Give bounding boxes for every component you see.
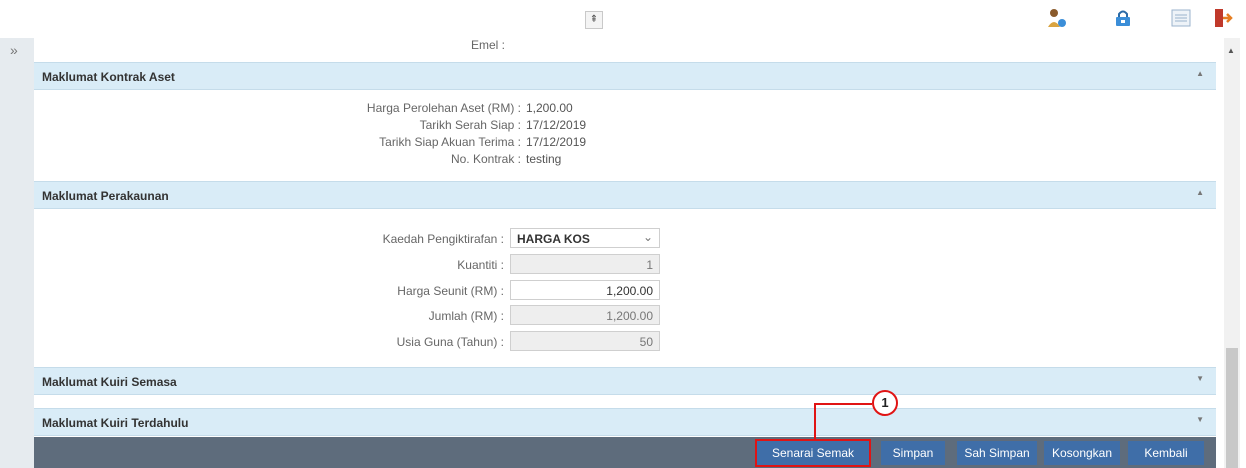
tarikh-siap-akuan-value: 17/12/2019 xyxy=(526,135,587,149)
kaedah-pengiktirafan-label: Kaedah Pengiktirafan : xyxy=(382,232,504,246)
expand-down-icon[interactable]: ▼ xyxy=(1196,374,1204,383)
section-header-kontrak-aset[interactable]: Maklumat Kontrak Aset ▲ xyxy=(34,62,1216,90)
simpan-button[interactable]: Simpan xyxy=(881,441,945,465)
section-title: Maklumat Perakaunan xyxy=(42,189,169,203)
kuantiti-label: Kuantiti : xyxy=(457,258,504,272)
tarikh-siap-akuan-label: Tarikh Siap Akuan Terima : xyxy=(379,135,521,149)
harga-seunit-label: Harga Seunit (RM) : xyxy=(397,284,504,298)
harga-seunit-input[interactable]: 1,200.00 xyxy=(510,280,660,300)
section-header-kuiri-semasa[interactable]: Maklumat Kuiri Semasa ▼ xyxy=(34,367,1216,395)
callout-line-vertical xyxy=(814,403,816,439)
usia-guna-label: Usia Guna (Tahun) : xyxy=(396,335,504,349)
jumlah-field: 1,200.00 xyxy=(510,305,660,325)
kosongkan-button[interactable]: Kosongkan xyxy=(1044,441,1120,465)
kuantiti-field: 1 xyxy=(510,254,660,274)
main-content xyxy=(34,38,1216,468)
jumlah-label: Jumlah (RM) : xyxy=(428,309,504,323)
top-toolbar: ⇞ xyxy=(0,0,1246,38)
harga-perolehan-value: 1,200.00 xyxy=(526,101,573,115)
list-icon[interactable] xyxy=(1170,7,1192,29)
kaedah-selected-value: HARGA KOS xyxy=(517,232,590,246)
collapse-header-button[interactable]: ⇞ xyxy=(585,11,603,29)
chevron-down-icon: ⌄ xyxy=(642,230,653,244)
section-header-perakaunan[interactable]: Maklumat Perakaunan ▲ xyxy=(34,181,1216,209)
sah-simpan-button[interactable]: Sah Simpan xyxy=(957,441,1037,465)
callout-marker: 1 xyxy=(872,390,898,416)
user-help-icon[interactable] xyxy=(1045,7,1067,29)
tarikh-serah-siap-value: 17/12/2019 xyxy=(526,118,587,132)
callout-line-horizontal xyxy=(814,403,872,405)
expand-down-icon[interactable]: ▼ xyxy=(1196,415,1204,424)
section-title: Maklumat Kuiri Semasa xyxy=(42,375,177,389)
scrollbar-thumb[interactable] xyxy=(1226,348,1238,468)
collapse-up-icon[interactable]: ▲ xyxy=(1196,69,1204,78)
lock-icon[interactable] xyxy=(1112,7,1134,29)
kaedah-pengiktirafan-select[interactable]: HARGA KOS ⌄ xyxy=(510,228,660,248)
logout-icon[interactable] xyxy=(1212,7,1234,29)
no-kontrak-label: No. Kontrak : xyxy=(450,152,521,166)
action-footer xyxy=(34,437,1216,468)
kembali-button[interactable]: Kembali xyxy=(1128,441,1204,465)
section-title: Maklumat Kuiri Terdahulu xyxy=(42,416,189,430)
scroll-up-icon[interactable]: ▲ xyxy=(1227,46,1235,55)
senarai-semak-button[interactable]: Senarai Semak xyxy=(755,439,871,467)
expand-sidebar-icon[interactable]: » xyxy=(10,42,18,58)
left-rail xyxy=(0,38,34,468)
tarikh-serah-siap-label: Tarikh Serah Siap : xyxy=(419,118,521,132)
no-kontrak-value: testing xyxy=(526,152,562,166)
emel-label: Emel : xyxy=(470,38,505,52)
section-header-kuiri-terdahulu[interactable]: Maklumat Kuiri Terdahulu ▼ xyxy=(34,408,1216,436)
usia-guna-field: 50 xyxy=(510,331,660,351)
collapse-up-icon[interactable]: ▲ xyxy=(1196,188,1204,197)
vertical-scrollbar[interactable]: ▲ xyxy=(1224,38,1240,468)
harga-perolehan-label: Harga Perolehan Aset (RM) : xyxy=(366,101,521,115)
section-title: Maklumat Kontrak Aset xyxy=(42,70,175,84)
